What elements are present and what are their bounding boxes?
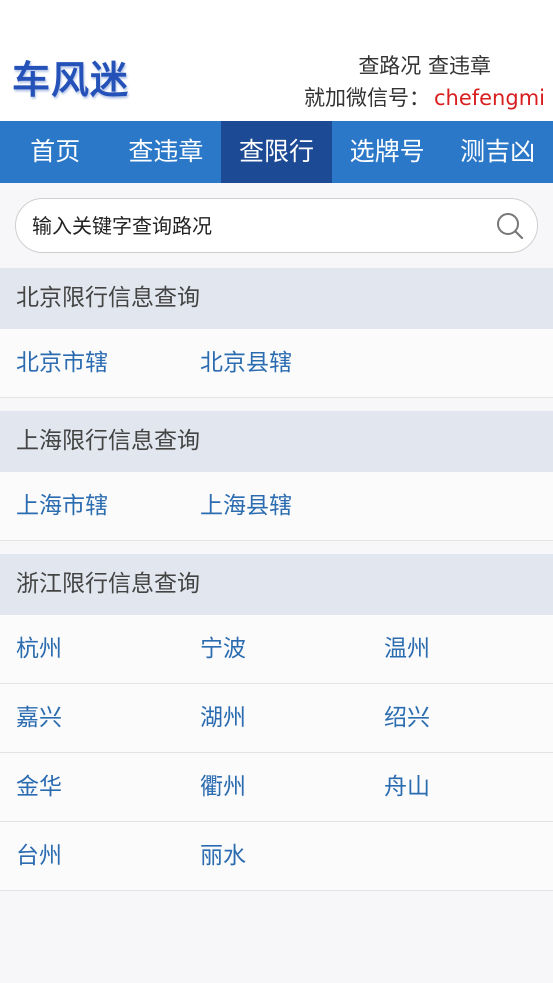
city-row: 台州 丽水 [0, 822, 553, 891]
section-gap [0, 398, 553, 411]
wechat-label: 就加微信号： [303, 86, 430, 110]
city-row: 嘉兴 湖州 绍兴 [0, 684, 553, 753]
city-link-hangzhou[interactable]: 杭州 [0, 615, 184, 683]
city-grid: 杭州 宁波 温州 嘉兴 湖州 绍兴 金华 衢州 舟山 台州 丽水 [0, 615, 553, 891]
city-link-shanghai-city[interactable]: 上海市辖 [0, 472, 184, 540]
city-grid: 北京市辖 北京县辖 [0, 329, 553, 398]
city-link-shanghai-county[interactable]: 上海县辖 [184, 472, 368, 540]
header-tagline: 查路况 查违章 [358, 54, 491, 78]
city-link-taizhou[interactable]: 台州 [0, 822, 184, 890]
city-link-lishui[interactable]: 丽水 [184, 822, 368, 890]
city-row: 北京市辖 北京县辖 [0, 329, 553, 398]
nav-item-restrictions[interactable]: 查限行 [221, 121, 332, 183]
header-promo: 查路况 查违章 就加微信号： chefengmi [304, 50, 545, 114]
section-zhejiang: 浙江限行信息查询 杭州 宁波 温州 嘉兴 湖州 绍兴 金华 衢州 舟山 台州 丽… [0, 554, 553, 891]
city-link-shaoxing[interactable]: 绍兴 [368, 684, 552, 752]
section-title: 浙江限行信息查询 [0, 554, 553, 615]
city-link-jinhua[interactable]: 金华 [0, 753, 184, 821]
city-link-zhoushan[interactable]: 舟山 [368, 753, 552, 821]
nav-item-home[interactable]: 首页 [0, 121, 111, 183]
city-row: 杭州 宁波 温州 [0, 615, 553, 684]
city-link-huzhou[interactable]: 湖州 [184, 684, 368, 752]
header-wechat: 就加微信号： chefengmi [304, 82, 545, 114]
city-link-beijing-city[interactable]: 北京市辖 [0, 329, 184, 397]
nav-item-violations[interactable]: 查违章 [111, 121, 222, 183]
site-logo[interactable]: 车风迷 [12, 56, 129, 104]
search-area [0, 183, 553, 268]
city-grid: 上海市辖 上海县辖 [0, 472, 553, 541]
section-shanghai: 上海限行信息查询 上海市辖 上海县辖 [0, 411, 553, 541]
section-gap [0, 541, 553, 554]
page: 车风迷 查路况 查违章 就加微信号： chefengmi 首页 查违章 查限行 选… [0, 0, 553, 983]
nav-item-plate-number[interactable]: 选牌号 [332, 121, 443, 183]
search-box [15, 198, 538, 253]
nav-item-fortune[interactable]: 测吉凶 [442, 121, 553, 183]
city-link-jiaxing[interactable]: 嘉兴 [0, 684, 184, 752]
header: 车风迷 查路况 查违章 就加微信号： chefengmi [0, 0, 553, 121]
search-input[interactable] [32, 199, 472, 252]
city-link-wenzhou[interactable]: 温州 [368, 615, 552, 683]
wechat-id: chefengmi [433, 86, 545, 110]
city-link-ningbo[interactable]: 宁波 [184, 615, 368, 683]
section-beijing: 北京限行信息查询 北京市辖 北京县辖 [0, 268, 553, 398]
city-row: 上海市辖 上海县辖 [0, 472, 553, 541]
main-nav: 首页 查违章 查限行 选牌号 测吉凶 [0, 121, 553, 183]
section-title: 北京限行信息查询 [0, 268, 553, 329]
city-link-beijing-county[interactable]: 北京县辖 [184, 329, 368, 397]
city-link-quzhou[interactable]: 衢州 [184, 753, 368, 821]
search-icon[interactable] [495, 211, 525, 241]
section-title: 上海限行信息查询 [0, 411, 553, 472]
city-row: 金华 衢州 舟山 [0, 753, 553, 822]
